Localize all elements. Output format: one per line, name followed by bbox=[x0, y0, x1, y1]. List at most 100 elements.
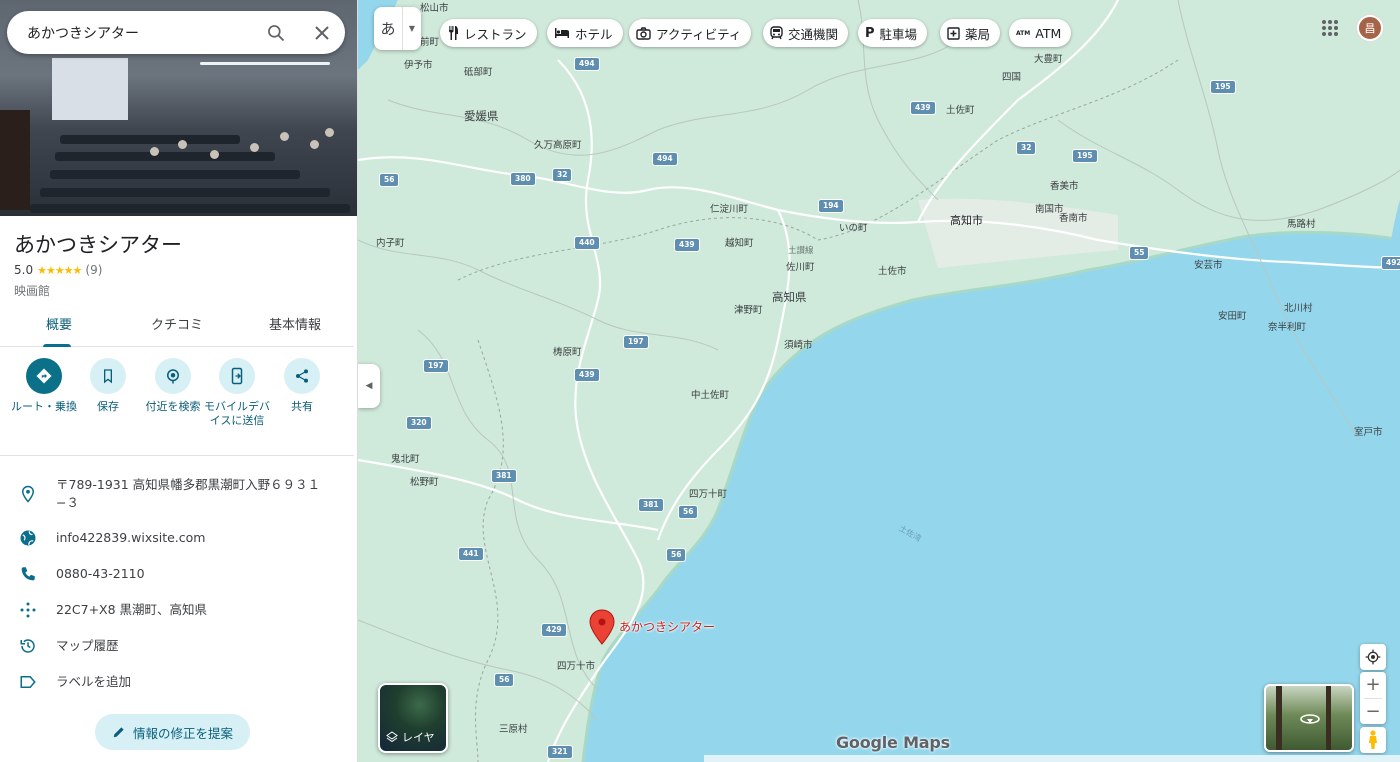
send-to-phone-icon bbox=[231, 367, 243, 385]
directions-label: ルート・乗換 bbox=[11, 400, 77, 413]
map-label: 砥部町 bbox=[464, 67, 493, 78]
phone-icon bbox=[21, 567, 35, 581]
rating-stars: ★★★★★ bbox=[37, 263, 82, 277]
add-label-text: ラベルを追加 bbox=[56, 674, 132, 689]
seat-row bbox=[50, 170, 300, 179]
chip-label: ATM bbox=[1035, 25, 1062, 41]
pegman-button[interactable] bbox=[1360, 727, 1386, 753]
tree-trunk bbox=[1326, 686, 1331, 750]
history-icon bbox=[20, 639, 35, 653]
place-category[interactable]: 映画館 bbox=[14, 282, 50, 299]
map-label: 高知市 bbox=[950, 214, 983, 227]
route-shield: 32 bbox=[552, 168, 573, 182]
tab-overview[interactable]: 概要 bbox=[0, 305, 118, 347]
nearby-button[interactable]: 付近を検索 bbox=[140, 358, 206, 414]
map-label: 安芸市 bbox=[1194, 260, 1223, 271]
audience bbox=[178, 140, 187, 149]
history-text: マップ履歴 bbox=[56, 638, 119, 653]
chip-parking[interactable]: P 駐車場 bbox=[858, 19, 928, 47]
route-shield: 439 bbox=[574, 368, 600, 382]
map-label: 高知県 bbox=[772, 290, 807, 304]
route-shield: 56 bbox=[666, 548, 687, 562]
street-view-thumbnail[interactable] bbox=[1264, 684, 1354, 752]
ceiling-light bbox=[200, 62, 330, 65]
route-shield: 56 bbox=[678, 505, 699, 519]
send-to-phone-label: モバイルデバイスに送信 bbox=[204, 400, 270, 427]
address-text: 〒789-1931 高知県幡多郡黒潮町入野６９３１−３ bbox=[56, 477, 321, 510]
dropdown-icon[interactable]: ▼ bbox=[402, 7, 421, 50]
chip-label: レストラン bbox=[464, 26, 527, 42]
audience bbox=[325, 128, 334, 137]
plus-code-text: 22C7+X8 黒潮町、高知県 bbox=[56, 602, 208, 617]
my-location-button[interactable] bbox=[1360, 644, 1386, 670]
route-shield: 194 bbox=[818, 199, 844, 213]
directions-icon bbox=[36, 368, 52, 384]
map-label: 土佐市 bbox=[878, 266, 907, 277]
seat-row bbox=[40, 188, 330, 197]
address-row[interactable]: 〒789-1931 高知県幡多郡黒潮町入野６９３１−３ bbox=[0, 476, 354, 512]
website-row[interactable]: info422839.wixsite.com bbox=[0, 520, 354, 556]
zoom-out-button[interactable]: − bbox=[1365, 699, 1380, 724]
pencil-icon bbox=[113, 727, 124, 738]
chip-activities[interactable]: アクティビティ bbox=[629, 19, 752, 47]
zoom-in-button[interactable]: + bbox=[1365, 672, 1380, 698]
save-button[interactable]: 保存 bbox=[75, 358, 141, 414]
map-label: 佐川町 bbox=[786, 262, 815, 273]
map-label: 松山市 bbox=[420, 3, 449, 14]
pin-label[interactable]: あかつきシアター bbox=[619, 618, 715, 635]
close-icon bbox=[315, 25, 329, 40]
route-shield: 56 bbox=[379, 173, 400, 187]
chip-transit[interactable]: 交通機関 bbox=[763, 19, 849, 47]
chip-restaurant[interactable]: レストラン bbox=[440, 19, 537, 47]
layers-label: レイヤ bbox=[402, 731, 435, 744]
chip-pharmacy[interactable]: 薬局 bbox=[940, 19, 1001, 47]
nearby-label: 付近を検索 bbox=[145, 400, 201, 413]
map-label: 伊予市 bbox=[404, 60, 433, 71]
route-shield: 439 bbox=[910, 101, 936, 115]
map-label: 北川村 bbox=[1284, 303, 1313, 314]
language-button[interactable]: あ ▼ bbox=[374, 7, 421, 50]
chip-label: 駐車場 bbox=[879, 26, 918, 42]
chevron-left-icon: ◀ bbox=[365, 381, 373, 391]
collapse-panel-button[interactable]: ◀ bbox=[358, 364, 380, 408]
search-box[interactable]: あかつきシアター bbox=[7, 11, 345, 54]
tab-reviews[interactable]: クチコミ bbox=[118, 305, 236, 346]
map-label: 久万高原町 bbox=[534, 140, 582, 151]
directions-button[interactable]: ルート・乗換 bbox=[11, 358, 77, 414]
history-row[interactable]: マップ履歴 bbox=[0, 628, 354, 664]
audience bbox=[310, 140, 319, 149]
layers-button[interactable]: レイヤ bbox=[378, 683, 448, 753]
map-label: 鬼北町 bbox=[391, 454, 420, 465]
bookmark-icon bbox=[104, 369, 112, 384]
map-canvas[interactable]: 松山市 前町 伊予市 砥部町 愛媛県 久万高原町 内子町 仁淀川町 越知町 いの… bbox=[358, 0, 1400, 762]
share-button[interactable]: 共有 bbox=[269, 358, 335, 414]
close-button[interactable] bbox=[299, 11, 345, 54]
add-label-row[interactable]: ラベルを追加 bbox=[0, 664, 354, 700]
map-label: 仁淀川町 bbox=[710, 204, 749, 215]
chip-hotel[interactable]: ホテル bbox=[547, 19, 623, 47]
phone-row[interactable]: 0880-43-2110 bbox=[0, 556, 354, 592]
map-label: 内子町 bbox=[376, 238, 405, 249]
suggest-edit-button[interactable]: 情報の修正を提案 bbox=[95, 714, 250, 750]
search-button[interactable] bbox=[253, 11, 299, 54]
seat-row bbox=[60, 135, 240, 144]
search-icon bbox=[268, 24, 285, 41]
chip-label: アクティビティ bbox=[656, 26, 742, 42]
map-label: 梼原町 bbox=[553, 347, 582, 358]
tab-about[interactable]: 基本情報 bbox=[236, 305, 354, 346]
search-input[interactable]: あかつきシアター bbox=[27, 23, 253, 43]
audience bbox=[210, 150, 219, 159]
rating-row[interactable]: 5.0 ★★★★★ (9) bbox=[14, 263, 102, 277]
rating-value: 5.0 bbox=[14, 263, 34, 277]
apps-grid-icon[interactable] bbox=[1318, 16, 1342, 40]
send-to-phone-button[interactable]: モバイルデバイスに送信 bbox=[204, 358, 270, 428]
account-avatar[interactable]: 昌 bbox=[1357, 15, 1383, 41]
plus-code-row[interactable]: 22C7+X8 黒潮町、高知県 bbox=[0, 592, 354, 628]
hotel-icon bbox=[555, 28, 569, 38]
chip-atm[interactable]: ATM ATM bbox=[1009, 19, 1072, 47]
nearby-icon bbox=[167, 369, 179, 384]
map-label: 大豊町 bbox=[1034, 54, 1063, 65]
review-count[interactable]: (9) bbox=[85, 263, 102, 277]
route-shield: 197 bbox=[423, 359, 449, 373]
zoom-control: + − bbox=[1360, 672, 1386, 724]
